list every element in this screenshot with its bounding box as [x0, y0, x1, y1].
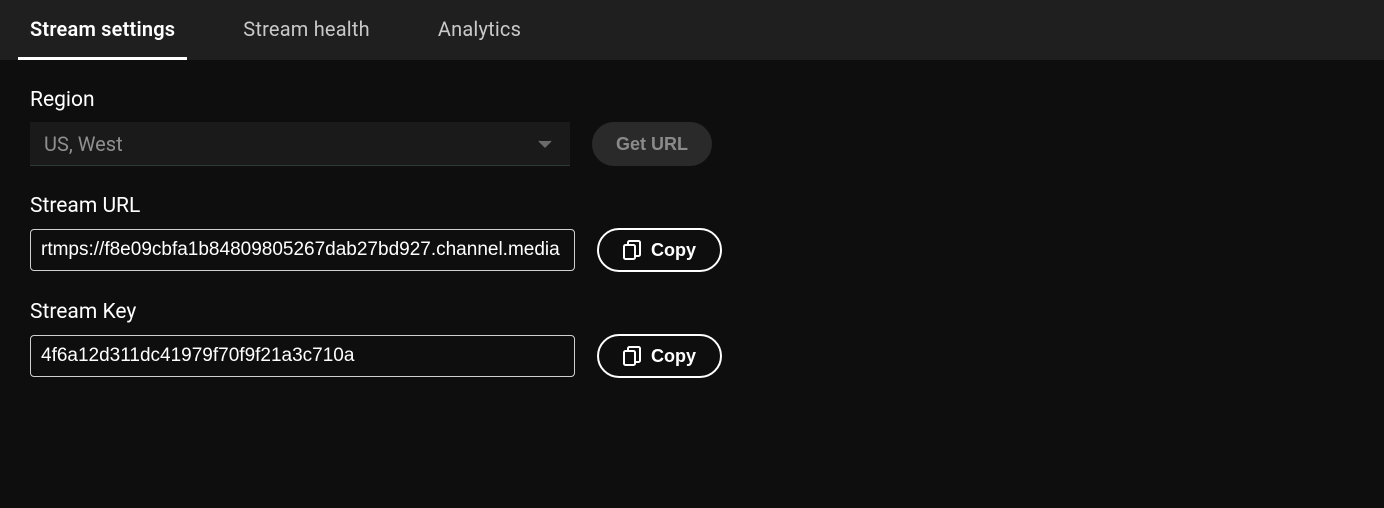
- stream-key-row: Copy: [30, 334, 1354, 378]
- chevron-down-icon: [538, 140, 552, 148]
- stream-url-row: Copy: [30, 228, 1354, 272]
- region-label: Region: [30, 88, 1354, 112]
- tab-stream-settings[interactable]: Stream settings: [18, 17, 187, 60]
- copy-label: Copy: [651, 240, 696, 261]
- stream-key-label: Stream Key: [30, 300, 1354, 324]
- region-select[interactable]: US, West: [30, 122, 570, 166]
- stream-url-label: Stream URL: [30, 194, 1354, 218]
- copy-icon: [623, 346, 641, 366]
- copy-stream-key-button[interactable]: Copy: [597, 334, 722, 378]
- region-selected-value: US, West: [44, 132, 123, 156]
- copy-stream-url-button[interactable]: Copy: [597, 228, 722, 272]
- stream-key-input[interactable]: [30, 335, 575, 377]
- tab-bar: Stream settings Stream health Analytics: [0, 0, 1384, 60]
- copy-label: Copy: [651, 346, 696, 367]
- tab-stream-health[interactable]: Stream health: [231, 17, 382, 60]
- region-row: US, West Get URL: [30, 122, 1354, 166]
- copy-icon: [623, 240, 641, 260]
- content-area: Region US, West Get URL Stream URL Copy …: [0, 60, 1384, 378]
- get-url-button[interactable]: Get URL: [592, 122, 712, 166]
- stream-url-input[interactable]: [30, 229, 575, 271]
- tab-analytics[interactable]: Analytics: [426, 17, 533, 60]
